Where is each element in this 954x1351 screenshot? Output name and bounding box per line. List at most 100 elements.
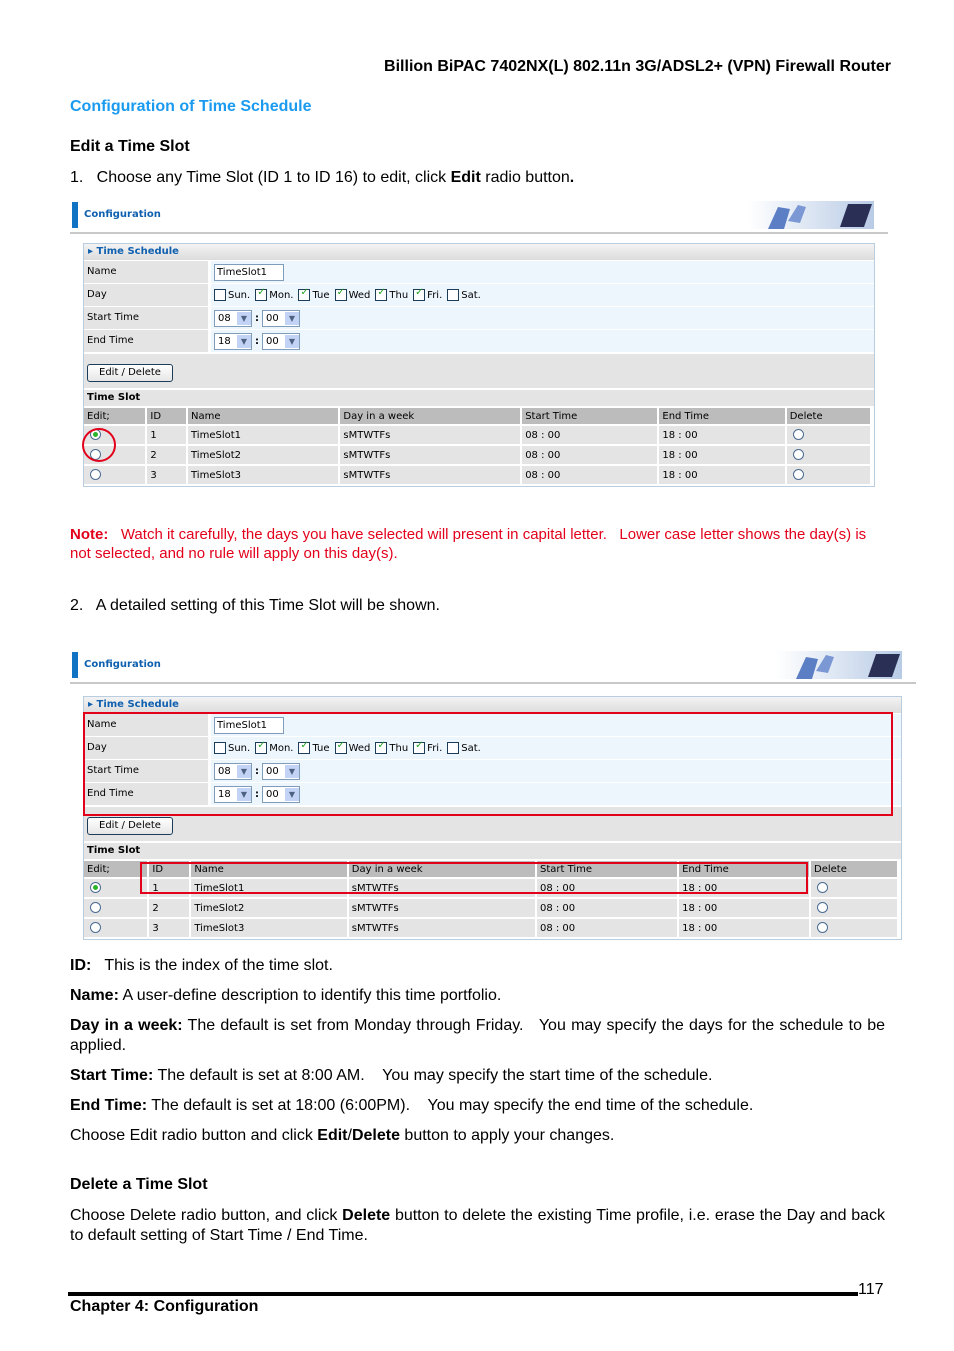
- day-checkbox-wed[interactable]: Wed: [334, 287, 370, 301]
- delete-radio[interactable]: [817, 882, 829, 894]
- end-time-label: End Time: [84, 330, 208, 352]
- end-hour-select[interactable]: 18 ▼: [214, 332, 252, 350]
- edit-radio[interactable]: [90, 902, 101, 914]
- step-1: 1. Choose any Time Slot (ID 1 to ID 16) …: [70, 168, 574, 188]
- definition: Start Time: The default is set at 8:00 A…: [70, 1066, 885, 1086]
- config-bar: Configuration: [70, 648, 916, 684]
- definition-text: The default is set at 8:00 AM. You may s…: [153, 1067, 713, 1084]
- panel-header: ▸ Time Schedule: [84, 697, 901, 713]
- highlight-box-settings: [83, 712, 893, 816]
- panel-title: Time Schedule: [96, 246, 179, 257]
- delete-radio[interactable]: [817, 922, 829, 934]
- step-1-suffix: radio button: [480, 169, 570, 186]
- row-days: sMTWTFs: [340, 466, 521, 484]
- start-minute-select[interactable]: 00 ▼: [262, 309, 300, 327]
- apply-prefix: Choose Edit radio button and click: [70, 1127, 318, 1144]
- chevron-down-icon[interactable]: ▼: [237, 311, 251, 325]
- checkbox-icon[interactable]: [214, 289, 226, 301]
- step-2: 2. A detailed setting of this Time Slot …: [70, 597, 440, 614]
- note-text: Watch it carefully, the days you have se…: [70, 526, 871, 562]
- note-label: Note:: [70, 526, 109, 543]
- time-colon: :: [255, 335, 259, 347]
- day-label-text: Sun.: [228, 289, 251, 301]
- column-header: ID: [147, 408, 186, 424]
- row-name: TimeSlot1: [188, 426, 339, 444]
- time-slot-table: Edit; ID Name Day in a week Start Time End Ti…: [82, 406, 872, 486]
- row-days: sMTWTFs: [348, 919, 535, 937]
- day-checkbox-tue[interactable]: Tue: [298, 287, 330, 301]
- time-colon: :: [255, 312, 259, 324]
- definition-text: A user-define description to identify th…: [118, 987, 502, 1004]
- day-label-text: Sat.: [461, 289, 481, 301]
- time-schedule-panel: ▸ Time ScheduleName TimeSlot1 Day Sun. Mon. T…: [83, 243, 875, 487]
- table-row: 3 TimeSlot3 sMTWTFs 08 : 00 18 : 00: [84, 466, 870, 484]
- definition-term: Day in a week:: [70, 1017, 183, 1034]
- checkbox-icon[interactable]: [413, 287, 426, 301]
- definition-text: The default is set from Monday through F…: [70, 1017, 890, 1054]
- checkbox-icon[interactable]: [298, 287, 311, 301]
- edit-radio[interactable]: [90, 882, 101, 894]
- day-row: Day Sun. Mon. Tue Wed Thu Fri. Sat.: [84, 283, 874, 306]
- row-days: sMTWTFs: [340, 426, 521, 444]
- row-start: 08 : 00: [536, 919, 678, 937]
- apply-bold-delete: Delete: [351, 1127, 400, 1144]
- checkbox-icon[interactable]: [447, 289, 460, 301]
- column-header: Edit;: [84, 861, 148, 877]
- screenshot-detail: Configuration ▸ Time Schedule Name TimeSlot…: [70, 648, 916, 948]
- delete-subtitle: Delete a Time Slot: [70, 1176, 208, 1193]
- day-checkbox-sun[interactable]: Sun.: [214, 289, 250, 301]
- delete-prefix: Choose Delete radio button, and click: [70, 1207, 343, 1224]
- name-label: Name: [84, 261, 208, 283]
- edit-delete-button[interactable]: Edit / Delete: [87, 364, 173, 382]
- row-start: 08 : 00: [536, 899, 678, 917]
- end-minute-select[interactable]: 00 ▼: [262, 332, 300, 350]
- checkbox-icon[interactable]: [255, 287, 268, 301]
- row-end: 18 : 00: [659, 446, 785, 464]
- chevron-down-icon[interactable]: ▼: [237, 334, 251, 348]
- document-header: Billion BiPAC 7402NX(L) 802.11n 3G/ADSL2…: [384, 58, 891, 75]
- day-checkbox-mon[interactable]: Mon.: [255, 287, 293, 301]
- delete-radio[interactable]: [792, 469, 804, 481]
- checkbox-icon[interactable]: [334, 287, 347, 301]
- step-1-bold: Edit: [450, 169, 481, 186]
- day-label: Day: [84, 284, 208, 306]
- note: Note: Watch it carefully, the days you h…: [70, 525, 885, 563]
- delete-radio[interactable]: [792, 449, 804, 461]
- footer-rule: [68, 1292, 858, 1296]
- day-checkbox-sat[interactable]: Sat.: [447, 289, 481, 301]
- delete-bold: Delete: [342, 1207, 391, 1224]
- definition: Name: A user-define description to ident…: [70, 986, 885, 1006]
- chevron-down-icon[interactable]: ▼: [285, 311, 299, 325]
- name-input[interactable]: TimeSlot1: [214, 263, 284, 281]
- edit-delete-button[interactable]: Edit / Delete: [87, 817, 173, 835]
- start-hour-select[interactable]: 08 ▼: [214, 309, 252, 327]
- column-header: Start Time: [522, 408, 658, 424]
- config-bar: Configuration: [70, 198, 888, 234]
- delete-radio[interactable]: [792, 429, 804, 441]
- checkbox-icon[interactable]: [375, 287, 388, 301]
- config-title: Configuration: [84, 209, 161, 220]
- day-checkbox-fri[interactable]: Fri.: [413, 287, 442, 301]
- day-checkbox-thu[interactable]: Thu: [375, 287, 408, 301]
- column-header: Edit;: [84, 408, 146, 424]
- column-header: Delete: [811, 861, 897, 877]
- table-row: 1 TimeSlot1 sMTWTFs 08 : 00 18 : 00: [84, 426, 870, 444]
- edit-radio[interactable]: [90, 922, 101, 934]
- row-start: 08 : 00: [522, 426, 658, 444]
- apply-text: Choose Edit radio button and click Edit/…: [70, 1126, 614, 1146]
- panel-header: ▸ Time Schedule: [84, 244, 874, 260]
- table-row: 2 TimeSlot2 sMTWTFs 08 : 00 18 : 00: [84, 899, 897, 917]
- chevron-down-icon[interactable]: ▼: [285, 334, 299, 348]
- end-minute-value: 00: [266, 335, 279, 347]
- end-hour-value: 18: [218, 335, 231, 347]
- table-row: 2 TimeSlot2 sMTWTFs 08 : 00 18 : 00: [84, 446, 870, 464]
- definition: ID: This is the index of the time slot.: [70, 956, 885, 976]
- delete-text: Choose Delete radio button, and click De…: [70, 1206, 885, 1246]
- step-1-end: .: [569, 169, 575, 186]
- delete-radio[interactable]: [817, 902, 829, 914]
- row-start: 08 : 00: [522, 466, 658, 484]
- edit-radio[interactable]: [90, 469, 101, 481]
- page-number: 117: [858, 1281, 884, 1298]
- table-row: 3 TimeSlot3 sMTWTFs 08 : 00 18 : 00: [84, 919, 897, 937]
- row-days: sMTWTFs: [340, 446, 521, 464]
